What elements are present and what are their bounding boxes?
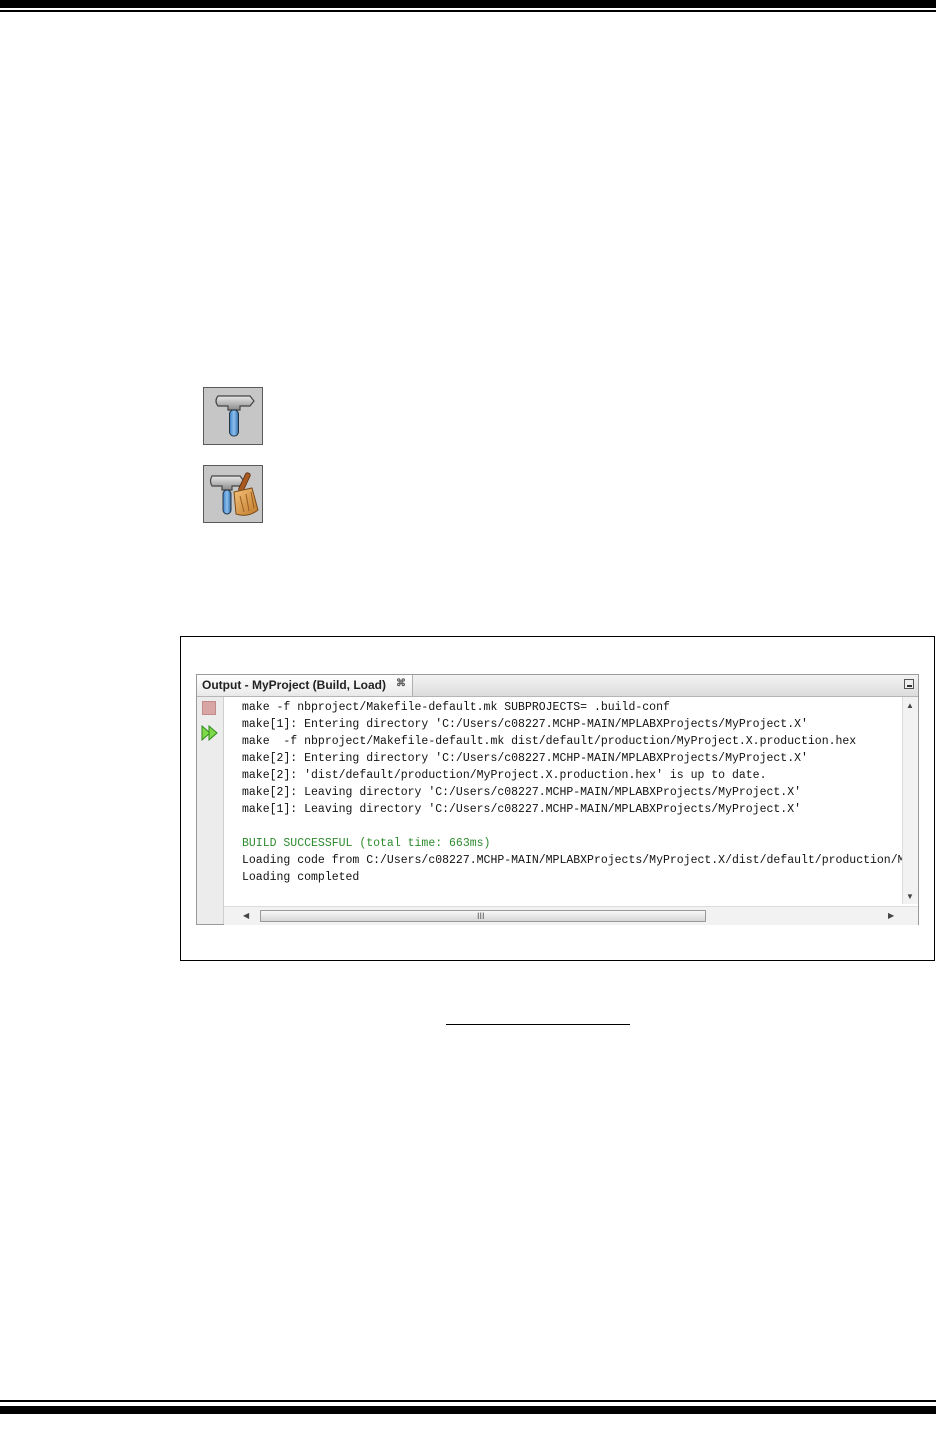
scroll-left-arrow-icon[interactable]: ◀ [243,911,249,920]
hammer-icon [215,395,255,437]
scroll-right-arrow-icon[interactable]: ▶ [888,911,894,920]
footer-rule-thin [0,1400,936,1402]
output-action-gutter [197,697,224,924]
console-line: make -f nbproject/Makefile-default.mk SU… [242,701,670,714]
horizontal-scrollbar[interactable]: ◀ III ▶ [224,906,918,925]
clean-and-build-button[interactable] [203,465,263,523]
console-line: make[1]: Leaving directory 'C:/Users/c08… [242,803,801,816]
vertical-scrollbar[interactable]: ▲ ▼ [902,697,918,904]
console-line: make[2]: Leaving directory 'C:/Users/c08… [242,786,801,799]
stop-icon[interactable] [202,701,216,715]
console-output[interactable]: make -f nbproject/Makefile-default.mk SU… [224,697,903,902]
link-underline [446,1024,630,1025]
console-line: make -f nbproject/Makefile-default.mk di… [242,735,857,748]
output-tab[interactable]: Output - MyProject (Build, Load) ⌘ [197,675,413,696]
output-window: Output - MyProject (Build, Load) ⌘ make … [196,674,919,925]
scroll-grip: III [477,911,485,921]
header-rule-thin [0,10,936,12]
console-line: make[1]: Entering directory 'C:/Users/c0… [242,718,808,731]
scroll-down-arrow-icon[interactable]: ▼ [906,892,914,901]
output-tab-strip: Output - MyProject (Build, Load) ⌘ [197,675,918,697]
horizontal-scroll-thumb[interactable]: III [260,910,706,922]
console-line: make[2]: Entering directory 'C:/Users/c0… [242,752,808,765]
minimize-window-icon[interactable] [904,679,914,689]
output-tab-title: Output - MyProject (Build, Load) [202,678,386,692]
footer-rule-thick [0,1406,936,1414]
tab-close-icon[interactable]: ⌘ [396,678,406,689]
console-line: Loading completed [242,871,360,884]
scroll-up-arrow-icon[interactable]: ▲ [906,701,914,710]
clean-and-build-icon [209,472,259,516]
header-rule-thick [0,0,936,8]
build-status-line: BUILD SUCCESSFUL (total time: 663ms) [242,837,491,850]
console-line: make[2]: 'dist/default/production/MyProj… [242,769,767,782]
build-project-button[interactable] [203,387,263,445]
rerun-icon[interactable] [201,725,219,741]
console-line: Loading code from C:/Users/c08227.MCHP-M… [242,854,903,867]
